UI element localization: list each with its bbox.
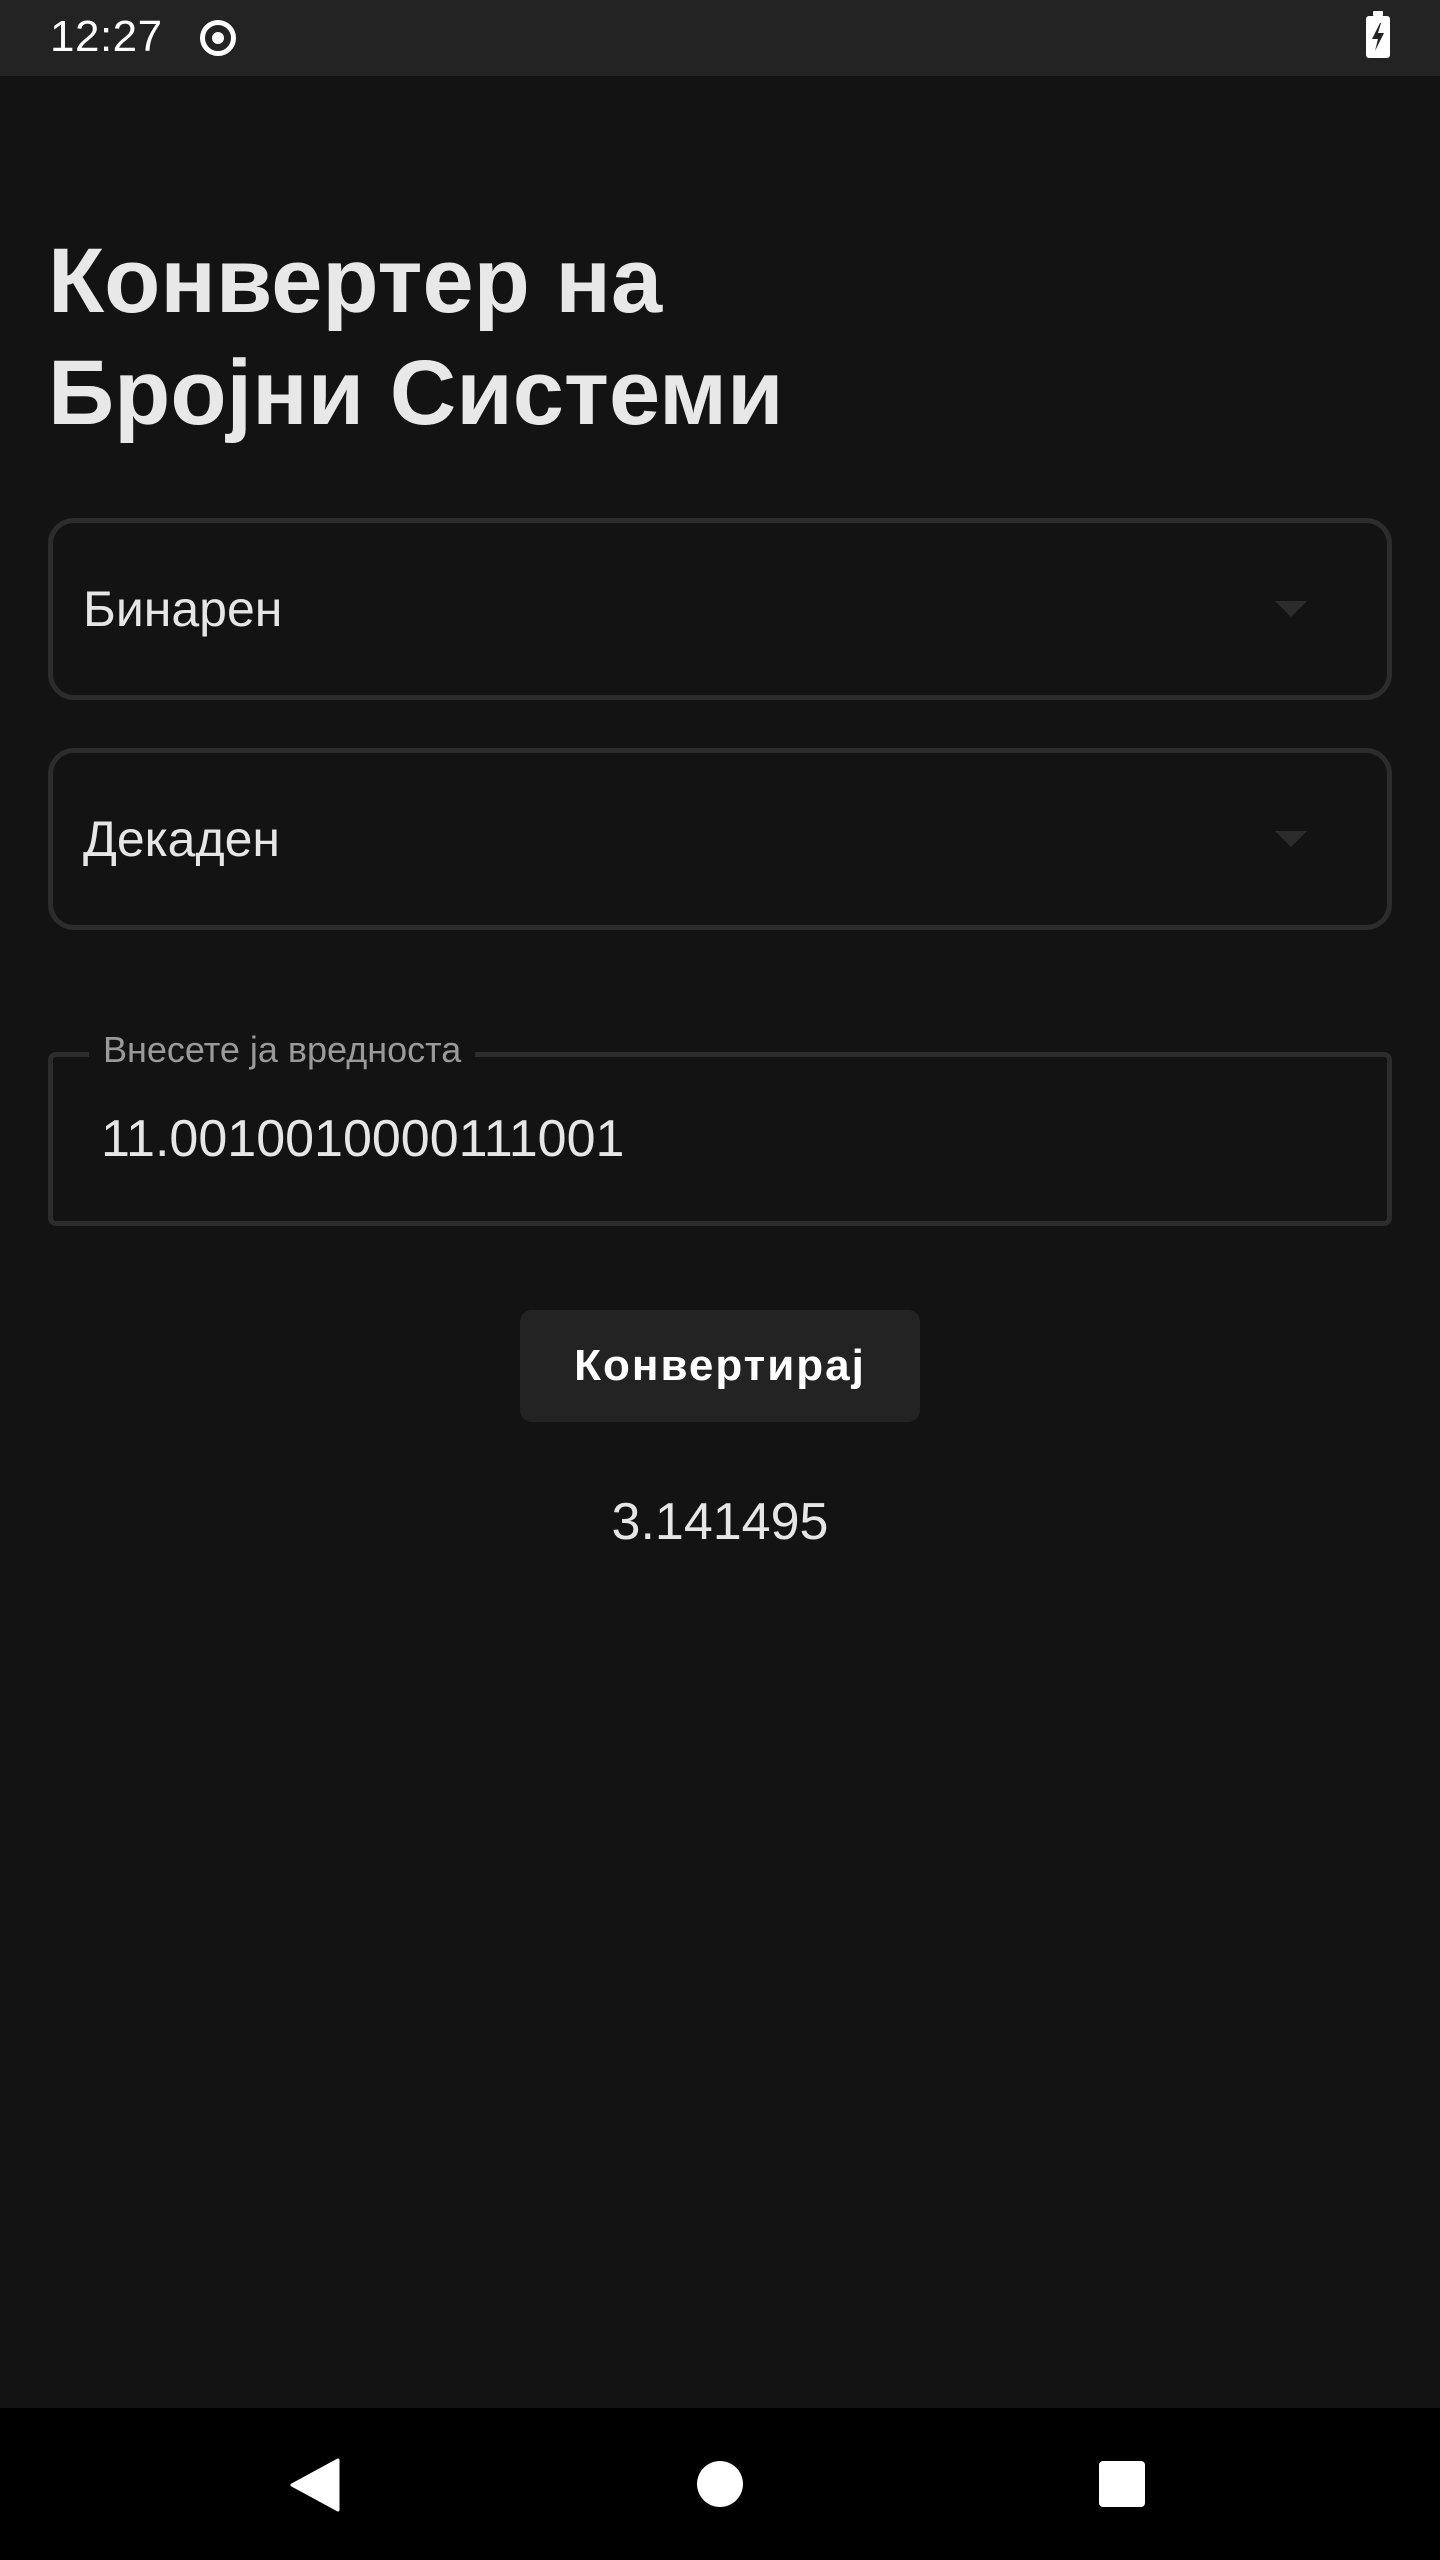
dropdown-arrow-icon [1275, 601, 1307, 617]
status-time: 12:27 [50, 12, 163, 61]
convert-button[interactable]: Конвертирај [520, 1310, 920, 1422]
value-input-field[interactable]: Внесете ја вредноста 11.0010010000111001 [48, 1029, 1392, 1226]
to-system-dropdown[interactable]: Декаден [48, 748, 1392, 930]
dropdown-arrow-icon [1275, 831, 1307, 847]
result-text: 3.141495 [611, 1493, 829, 1551]
from-system-dropdown[interactable]: Бинарен [48, 518, 1392, 700]
to-system-value: Декаден [83, 811, 281, 867]
page-title: Конвертер на Бројни Системи [48, 225, 948, 449]
page-title-line-1: Конвертер на [48, 230, 663, 332]
back-icon[interactable] [290, 2458, 340, 2517]
recents-icon[interactable] [1099, 2461, 1145, 2507]
home-icon[interactable] [697, 2461, 743, 2507]
navigation-bar [0, 2408, 1440, 2560]
from-system-value: Бинарен [83, 581, 283, 637]
value-input[interactable]: 11.0010010000111001 [101, 1109, 1301, 1169]
record-icon [200, 20, 236, 56]
battery-charging-icon [1366, 11, 1390, 58]
value-input-label: Внесете ја вредноста [89, 1029, 476, 1071]
status-bar: 12:27 [0, 0, 1440, 76]
page-title-line-2: Бројни Системи [48, 342, 784, 444]
app-screen: 12:27 Конвертер на Бројни Системи Бинаре… [0, 0, 1440, 2560]
